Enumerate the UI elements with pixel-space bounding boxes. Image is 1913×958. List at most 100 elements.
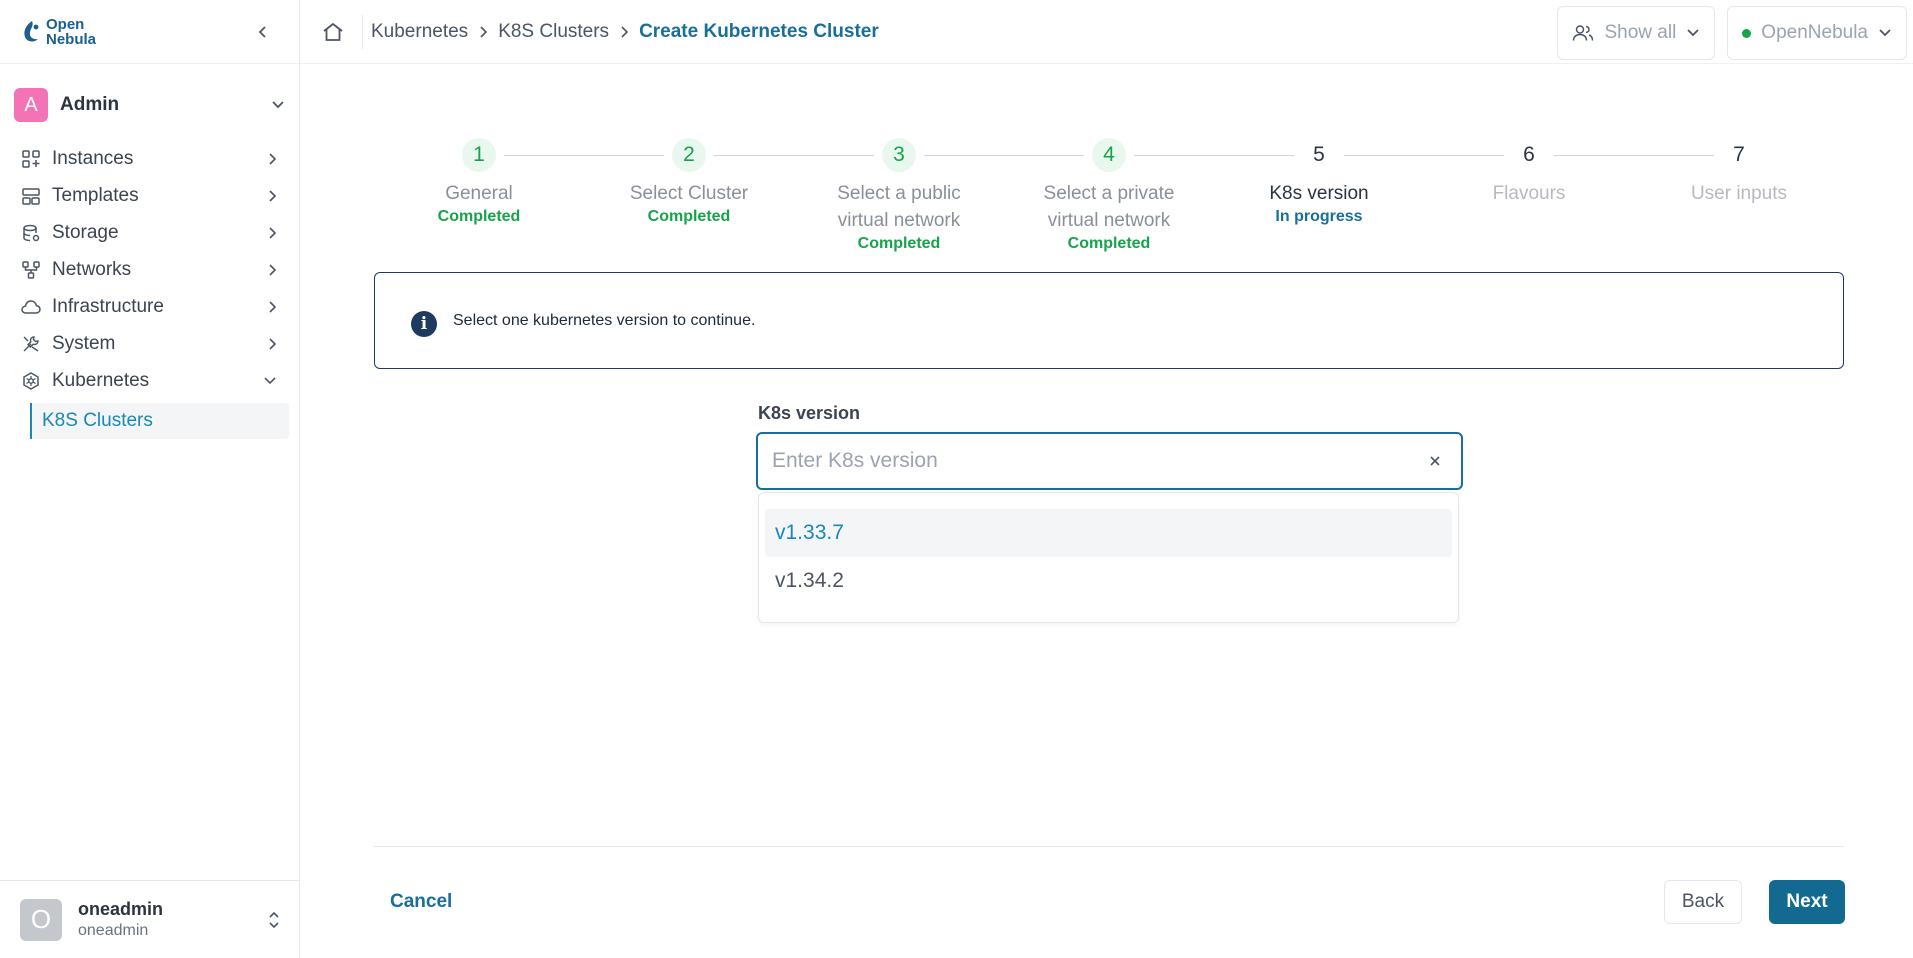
info-icon: i	[411, 310, 437, 337]
chevron-down-icon	[264, 376, 276, 384]
k8s-version-label: K8s version	[758, 403, 861, 423]
kubernetes-icon	[20, 370, 42, 392]
next-button[interactable]: Next	[1769, 880, 1845, 924]
info-alert: i Select one kubernetes version to conti…	[374, 272, 1844, 369]
kubernetes-submenu: K8S Clusters	[30, 403, 289, 439]
step-private-network[interactable]: 4 Select a private virtual network Compl…	[1004, 138, 1214, 254]
opennebula-logo[interactable]: Open Nebula	[20, 17, 96, 47]
group-name: Admin	[60, 94, 120, 115]
sidebar-item-label: Templates	[52, 184, 139, 206]
sidebar: Open Nebula A Admin Instances Templates …	[0, 0, 300, 958]
logo-icon	[24, 20, 39, 41]
step-number: 7	[1733, 143, 1745, 166]
zone-status-dot	[1742, 28, 1752, 38]
step-number: 3	[882, 138, 916, 172]
chevron-right-icon	[269, 337, 277, 350]
step-label: General	[445, 183, 513, 204]
sidebar-item-kubernetes[interactable]: Kubernetes	[0, 362, 299, 399]
step-number: 4	[1092, 138, 1126, 172]
logo-text-line1: Open	[46, 15, 85, 33]
group-selector[interactable]: A Admin	[0, 78, 299, 132]
sidebar-item-instances[interactable]: Instances	[0, 140, 299, 177]
show-all-label: Show all	[1604, 22, 1677, 43]
chevron-up-down-icon	[269, 911, 279, 928]
chevron-right-icon	[619, 25, 629, 39]
sidebar-item-infrastructure[interactable]: Infrastructure	[0, 288, 299, 325]
step-number: 1	[462, 138, 496, 172]
step-status: Completed	[437, 208, 521, 225]
step-number: 6	[1523, 143, 1535, 166]
close-icon	[1430, 456, 1440, 466]
zone-selector[interactable]: OpenNebula	[1727, 6, 1907, 60]
divider	[362, 14, 363, 49]
cancel-button[interactable]: Cancel	[374, 880, 468, 924]
step-number: 5	[1313, 143, 1325, 166]
step-general[interactable]: 1 General Completed	[374, 138, 584, 227]
step-label: Select a private virtual network	[1043, 183, 1175, 231]
k8s-version-options: v1.33.7 v1.34.2	[758, 492, 1459, 623]
topbar-actions: Show all OpenNebula	[1557, 6, 1907, 60]
step-label: Flavours	[1492, 183, 1566, 204]
step-label: Select a public virtual network	[837, 183, 961, 231]
alert-message: Select one kubernetes version to continu…	[453, 311, 756, 329]
sidebar-item-label: Kubernetes	[52, 369, 150, 391]
option-v1-34-2[interactable]: v1.34.2	[765, 557, 1452, 605]
sidebar-item-networks[interactable]: Networks	[0, 251, 299, 288]
logo-text-line2: Nebula	[46, 30, 97, 48]
breadcrumb-kubernetes[interactable]: Kubernetes	[371, 21, 468, 43]
networks-icon	[20, 259, 42, 281]
step-public-network[interactable]: 3 Select a public virtual network Comple…	[794, 138, 1004, 254]
step-select-cluster[interactable]: 2 Select Cluster Completed	[584, 138, 794, 227]
wizard-stepper: 1 General Completed 2 Select Cluster Com…	[374, 138, 1910, 258]
sidebar-item-storage[interactable]: Storage	[0, 214, 299, 251]
chevron-right-icon	[269, 226, 277, 239]
home-button[interactable]	[318, 17, 348, 47]
app-root: Open Nebula A Admin Instances Templates …	[0, 0, 1913, 958]
chevron-left-icon	[258, 25, 266, 38]
step-status: Completed	[647, 208, 731, 225]
cloud-icon	[20, 296, 42, 318]
home-icon	[323, 22, 343, 41]
chevron-down-icon	[272, 101, 284, 109]
chevron-down-icon	[1687, 29, 1699, 37]
step-status: Completed	[1067, 235, 1151, 252]
user-info: oneadmin oneadmin	[78, 899, 268, 940]
users-icon	[1573, 25, 1594, 41]
step-user-inputs[interactable]: 7 User inputs	[1634, 138, 1844, 207]
actions-divider	[374, 846, 1844, 847]
chevron-right-icon	[478, 25, 488, 39]
back-button[interactable]: Back	[1664, 880, 1742, 924]
step-status: In progress	[1275, 208, 1363, 225]
tools-icon	[20, 333, 42, 355]
sidebar-item-k8s-clusters[interactable]: K8S Clusters	[30, 403, 289, 439]
user-avatar: O	[20, 898, 62, 941]
k8s-version-input[interactable]	[772, 449, 1423, 473]
option-v1-33-7[interactable]: v1.33.7	[765, 509, 1452, 557]
breadcrumb: Kubernetes K8S Clusters Create Kubernete…	[371, 21, 879, 43]
step-flavours[interactable]: 6 Flavours	[1424, 138, 1634, 207]
chevron-right-icon	[269, 152, 277, 165]
step-label: K8s version	[1269, 183, 1369, 204]
logo-row: Open Nebula	[0, 0, 299, 64]
user-menu[interactable]: O oneadmin oneadmin	[0, 880, 300, 958]
breadcrumb-k8s-clusters[interactable]: K8S Clusters	[498, 21, 609, 43]
storage-icon	[20, 222, 42, 244]
templates-icon	[20, 185, 42, 207]
show-all-dropdown[interactable]: Show all	[1557, 6, 1716, 60]
k8s-version-autocomplete[interactable]	[756, 432, 1463, 490]
collapse-sidebar-button[interactable]	[251, 20, 275, 44]
user-group: oneadmin	[78, 922, 149, 939]
chevron-down-icon	[1879, 29, 1891, 37]
breadcrumb-current: Create Kubernetes Cluster	[639, 20, 879, 42]
step-status: Completed	[857, 235, 941, 252]
topbar: Kubernetes K8S Clusters Create Kubernete…	[300, 0, 1913, 64]
sidebar-item-system[interactable]: System	[0, 325, 299, 362]
sidebar-nav: Instances Templates Storage Networks Inf…	[0, 140, 299, 399]
step-label: Select Cluster	[629, 183, 749, 204]
sidebar-item-templates[interactable]: Templates	[0, 177, 299, 214]
chevron-right-icon	[269, 263, 277, 276]
sidebar-item-label: Networks	[52, 258, 132, 280]
clear-button[interactable]	[1423, 449, 1447, 473]
step-number: 2	[672, 138, 706, 172]
step-k8s-version[interactable]: 5 K8s version In progress	[1214, 138, 1424, 227]
